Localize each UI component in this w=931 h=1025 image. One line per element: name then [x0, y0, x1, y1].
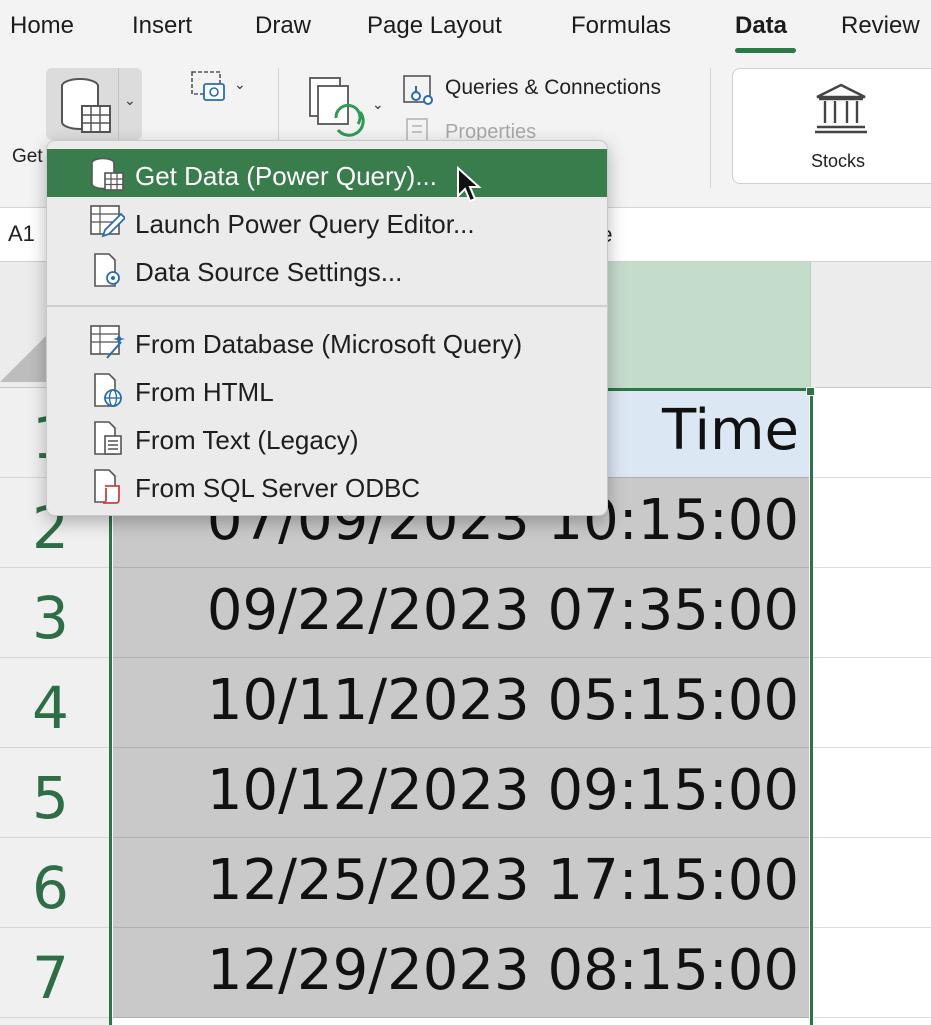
chevron-down-icon: ⌄ [372, 96, 384, 112]
refresh-documents-icon [309, 77, 365, 137]
row-header-3[interactable]: 3 [0, 568, 109, 658]
document-scroll-icon [94, 469, 120, 504]
row-header-5[interactable]: 5 [0, 748, 109, 838]
tab-page-layout[interactable]: Page Layout [367, 12, 502, 40]
queries-connections-button[interactable]: Queries & Connections [445, 76, 661, 100]
get-data-button[interactable]: ⌄ [46, 68, 142, 140]
cell-b2[interactable] [811, 478, 931, 568]
ribbon-divider [710, 68, 711, 188]
menu-item-from-html[interactable]: From HTML [47, 365, 607, 413]
database-table-icon [91, 157, 124, 191]
document-globe-icon [94, 373, 122, 407]
table-wand-icon [90, 325, 125, 359]
row-header-7[interactable]: 7 [0, 928, 109, 1018]
tab-data[interactable]: Data [735, 12, 787, 40]
ribbon-tab-bar: Home Insert Draw Page Layout Formulas Da… [0, 0, 931, 60]
menu-item-from-text-legacy[interactable]: From Text (Legacy) [47, 413, 607, 461]
tab-insert[interactable]: Insert [132, 12, 192, 40]
cell-a4[interactable]: 10/11/2023 05:15:00 [113, 658, 809, 748]
queries-connections-icon [403, 75, 433, 105]
chevron-down-icon: ⌄ [234, 76, 246, 92]
name-box[interactable]: A1 [8, 221, 35, 247]
tab-review[interactable]: Review [841, 12, 920, 40]
row-header-6[interactable]: 6 [0, 838, 109, 928]
tab-formulas[interactable]: Formulas [571, 12, 671, 40]
cell-b6[interactable] [811, 838, 931, 928]
menu-item-get-data-power-query[interactable]: Get Data (Power Query)... [47, 149, 607, 197]
chevron-down-icon: ⌄ [124, 92, 136, 108]
fill-handle[interactable] [806, 387, 815, 396]
cell-a7[interactable]: 12/29/2023 08:15:00 [113, 928, 809, 1018]
get-data-dropdown-arrow[interactable]: ⌄ [118, 68, 142, 140]
cell-a6[interactable]: 12/25/2023 17:15:00 [113, 838, 809, 928]
get-data-menu: Get Data (Power Query)... Launch Power Q… [46, 140, 608, 516]
get-data-label: Get [12, 146, 43, 167]
menu-item-from-sql-server-odbc[interactable]: From SQL Server ODBC [47, 461, 607, 509]
cell-a5[interactable]: 10/12/2023 09:15:00 [113, 748, 809, 838]
row-header-4[interactable]: 4 [0, 658, 109, 748]
document-text-icon [94, 421, 122, 455]
cell-b7[interactable] [811, 928, 931, 1018]
tab-draw[interactable]: Draw [255, 12, 311, 40]
table-camera-icon [191, 71, 225, 101]
table-pencil-icon [90, 205, 125, 238]
cell-b1[interactable] [811, 388, 931, 478]
document-gear-icon [94, 253, 120, 287]
stocks-button[interactable]: Stocks [732, 68, 931, 184]
tab-home[interactable]: Home [10, 12, 74, 40]
bank-building-icon [815, 83, 867, 134]
menu-item-launch-power-query-editor[interactable]: Launch Power Query Editor... [47, 197, 607, 245]
cell-a3[interactable]: 09/22/2023 07:35:00 [113, 568, 809, 658]
menu-item-data-source-settings[interactable]: Data Source Settings... [47, 245, 607, 293]
stocks-label: Stocks [811, 151, 866, 171]
cell-b5[interactable] [811, 748, 931, 838]
mouse-pointer-icon [457, 166, 482, 203]
database-table-icon [61, 78, 111, 133]
menu-separator [47, 305, 607, 307]
menu-item-from-database-microsoft-query[interactable]: From Database (Microsoft Query) [47, 317, 607, 365]
from-picture-button[interactable]: ⌄ [190, 70, 252, 116]
active-tab-indicator [735, 48, 796, 53]
refresh-all-button[interactable]: ⌄ [306, 74, 390, 140]
cell-b3[interactable] [811, 568, 931, 658]
cell-b4[interactable] [811, 658, 931, 748]
